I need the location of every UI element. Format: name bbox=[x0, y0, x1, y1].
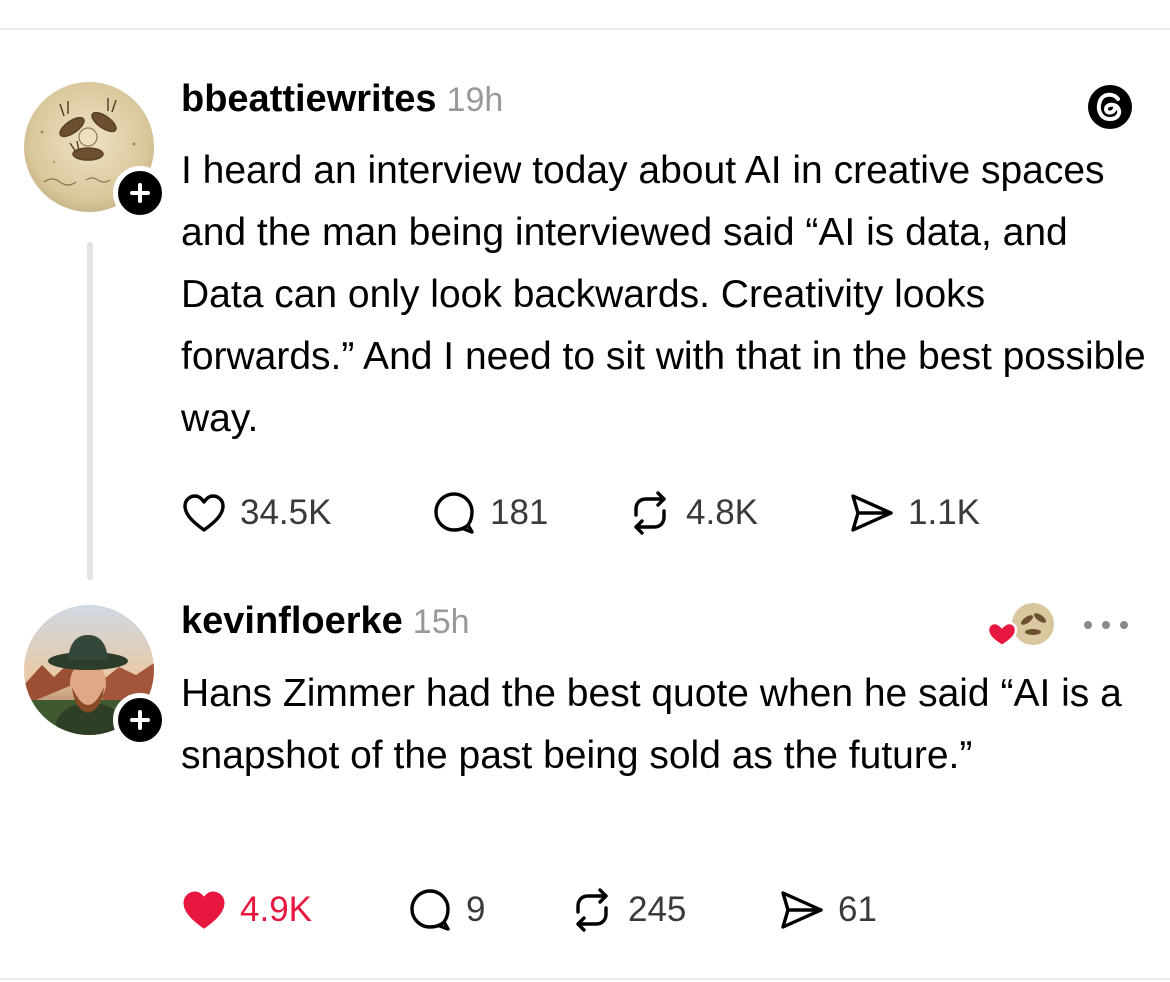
username[interactable]: bbeattiewrites bbox=[181, 78, 437, 121]
like-count: 34.5K bbox=[240, 493, 332, 532]
top-divider bbox=[0, 28, 1170, 30]
reply-count: 9 bbox=[466, 890, 486, 929]
share-button[interactable]: 61 bbox=[778, 885, 877, 935]
repost-arrows-icon bbox=[576, 888, 608, 932]
like-button[interactable]: 4.9K bbox=[180, 885, 312, 935]
repost-arrows-icon bbox=[634, 491, 666, 535]
share-count: 1.1K bbox=[908, 493, 980, 532]
repost-button[interactable]: 245 bbox=[568, 885, 686, 935]
like-count: 4.9K bbox=[240, 890, 312, 929]
share-button[interactable]: 1.1K bbox=[848, 488, 980, 538]
repost-button[interactable]: 4.8K bbox=[626, 488, 758, 538]
reply-button[interactable]: 9 bbox=[406, 885, 485, 935]
send-plane-icon bbox=[781, 891, 823, 929]
speech-bubble-icon bbox=[410, 889, 450, 931]
liked-by-author-indicator[interactable] bbox=[985, 598, 1057, 654]
reply-count: 181 bbox=[490, 493, 549, 532]
timestamp[interactable]: 19h bbox=[447, 81, 504, 120]
threads-logo-icon[interactable] bbox=[1085, 82, 1135, 132]
speech-bubble-icon bbox=[434, 492, 474, 534]
like-button[interactable]: 34.5K bbox=[180, 488, 331, 538]
post-text: Hans Zimmer had the best quote when he s… bbox=[181, 672, 1122, 777]
post-header: kevinfloerke 15h bbox=[181, 600, 470, 650]
reply-button[interactable]: 181 bbox=[430, 488, 548, 538]
post-header: bbeattiewrites 19h bbox=[181, 78, 503, 128]
more-options-icon[interactable] bbox=[1080, 611, 1132, 639]
timestamp[interactable]: 15h bbox=[413, 603, 470, 642]
post-text: I heard an interview today about AI in c… bbox=[181, 149, 1146, 440]
follow-plus-icon[interactable] bbox=[113, 693, 167, 747]
share-count: 61 bbox=[838, 890, 877, 929]
bottom-divider bbox=[0, 978, 1170, 980]
thread-connector-line bbox=[87, 242, 93, 580]
send-plane-icon bbox=[851, 494, 893, 532]
repost-count: 245 bbox=[628, 890, 687, 929]
heart-filled-icon bbox=[183, 891, 225, 929]
username[interactable]: kevinfloerke bbox=[181, 600, 403, 643]
heart-outline-icon bbox=[183, 494, 225, 532]
follow-plus-icon[interactable] bbox=[113, 166, 167, 220]
repost-count: 4.8K bbox=[686, 493, 758, 532]
